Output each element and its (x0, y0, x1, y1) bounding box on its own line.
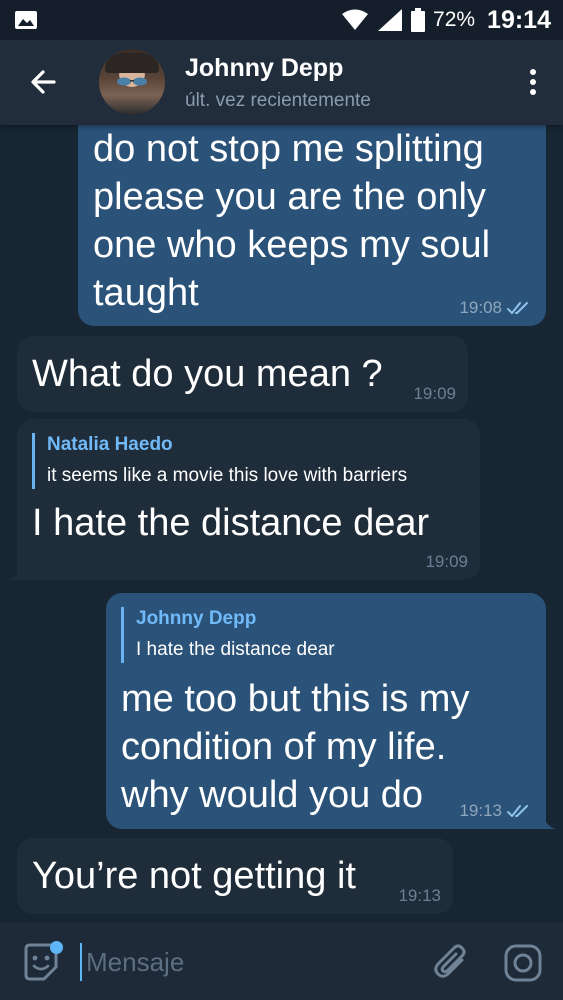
signal-icon (378, 9, 403, 31)
message-meta: 19:13 (398, 886, 441, 906)
reply-text: it seems like a movie this love with bar… (47, 465, 408, 486)
reply-author: Natalia Haedo (47, 434, 173, 455)
message-list[interactable]: do not stop me splitting please you are … (0, 125, 563, 923)
contact-name[interactable]: Johnny Depp (185, 54, 343, 83)
message-time: 19:09 (413, 384, 456, 403)
chat-header: Johnny Depp últ. vez recientemente (0, 40, 563, 125)
read-checkmarks-icon (507, 302, 528, 314)
avatar-glasses (117, 77, 147, 86)
status-bar: 72% 19:14 (0, 0, 563, 40)
attach-icon[interactable] (432, 943, 470, 983)
read-checkmarks-icon (507, 805, 528, 817)
new-stickers-badge (50, 941, 63, 954)
reply-author: Johnny Depp (136, 608, 257, 629)
outgoing-message[interactable]: Johnny Depp I hate the distance dear me … (106, 593, 546, 829)
bubble-tail (542, 815, 556, 829)
bubble-tail (8, 566, 22, 580)
message-time: 19:13 (398, 886, 441, 905)
clock: 19:14 (487, 5, 551, 34)
camera-icon[interactable] (503, 943, 543, 983)
avatar-hat (105, 53, 159, 73)
more-vertical-icon[interactable] (525, 62, 541, 102)
reply-preview[interactable]: Natalia Haedo it seems like a movie this… (32, 433, 407, 489)
message-text: You’re not getting it (32, 855, 356, 897)
wifi-icon (342, 9, 369, 30)
battery-percentage: 72% (433, 8, 476, 31)
reply-text: I hate the distance dear (136, 639, 335, 660)
message-meta: 19:13 (459, 801, 532, 821)
message-text: What do you mean ? (32, 353, 383, 395)
battery-icon (411, 8, 426, 32)
message-text: me too but this is my condition of my li… (121, 678, 470, 816)
message-time: 19:13 (459, 801, 502, 820)
contact-last-seen: últ. vez recientemente (185, 90, 371, 111)
message-time: 19:09 (425, 552, 468, 571)
message-input[interactable] (80, 943, 416, 981)
reply-preview[interactable]: Johnny Depp I hate the distance dear (121, 607, 335, 663)
message-composer (0, 923, 563, 1000)
outgoing-message[interactable]: do not stop me splitting please you are … (78, 125, 546, 326)
message-meta: 19:08 (459, 298, 532, 318)
incoming-message[interactable]: What do you mean ? 19:09 (17, 336, 468, 412)
back-arrow-icon[interactable] (22, 60, 66, 104)
avatar[interactable] (99, 49, 165, 115)
message-text: do not stop me splitting please you are … (93, 128, 491, 314)
message-meta: 19:09 (425, 552, 468, 572)
message-meta: 19:09 (413, 384, 456, 404)
message-text: I hate the distance dear (32, 502, 430, 544)
incoming-message[interactable]: You’re not getting it 19:13 (17, 838, 453, 914)
incoming-message[interactable]: Natalia Haedo it seems like a movie this… (17, 419, 480, 580)
gallery-icon (15, 11, 37, 29)
message-time: 19:08 (459, 298, 502, 317)
